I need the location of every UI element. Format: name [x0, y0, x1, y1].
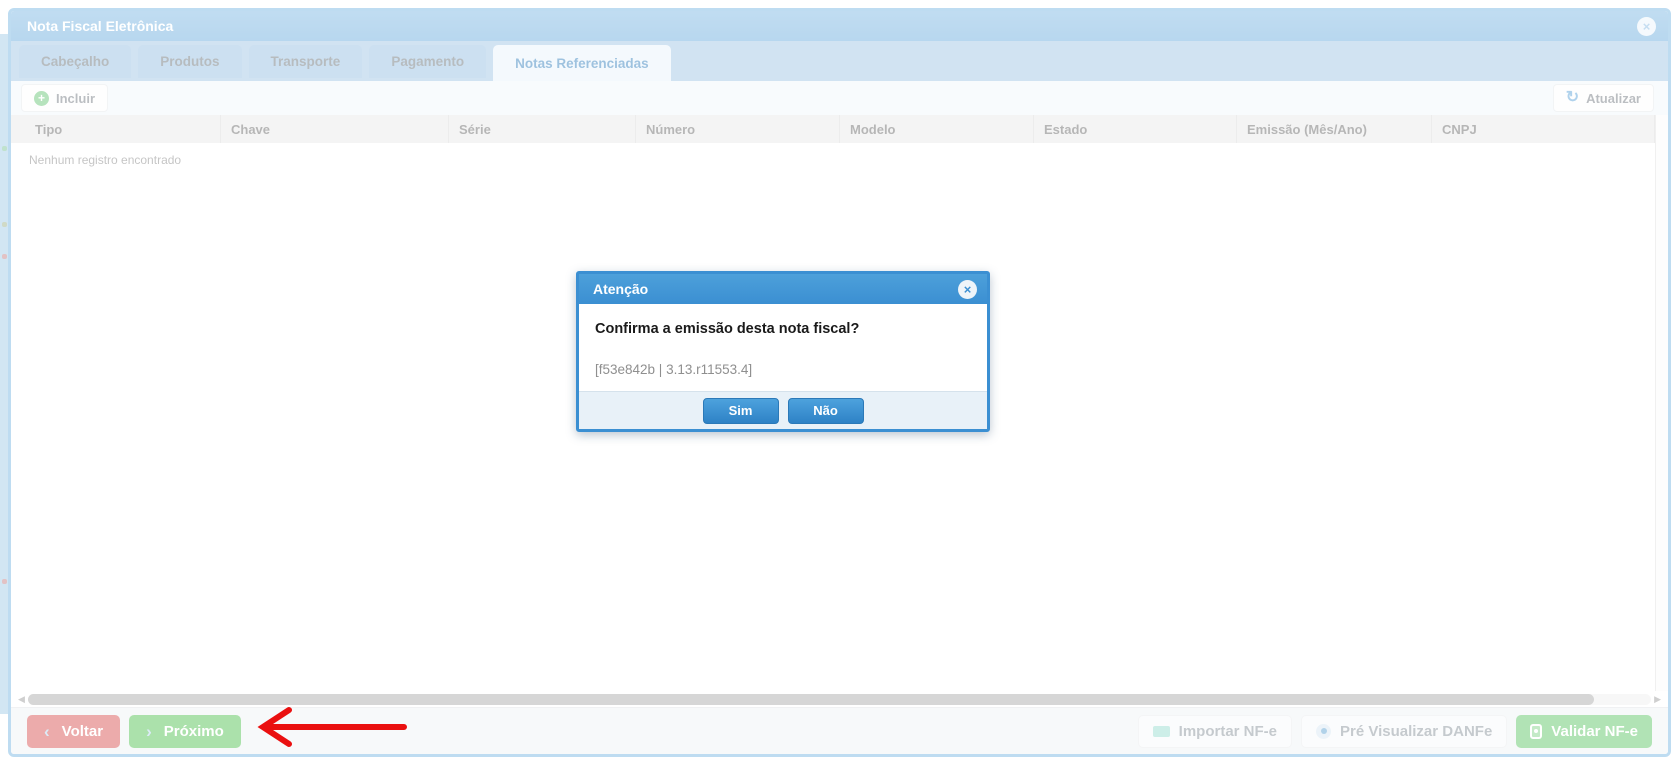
annotation-arrow [254, 704, 410, 750]
nao-button[interactable]: Não [788, 398, 864, 424]
confirmation-dialog: Atenção × Confirma a emissão desta nota … [576, 271, 990, 432]
dialog-footer: Sim Não [579, 391, 987, 429]
sim-label: Sim [729, 403, 753, 418]
dialog-version-info: [f53e842b | 3.13.r11553.4] [595, 362, 971, 377]
nao-label: Não [813, 403, 838, 418]
dialog-titlebar: Atenção × [579, 274, 987, 304]
dialog-message: Confirma a emissão desta nota fiscal? [595, 321, 971, 337]
dialog-body: Confirma a emissão desta nota fiscal? [f… [579, 304, 987, 391]
dialog-close-icon[interactable]: × [958, 280, 977, 299]
dialog-title: Atenção [593, 281, 648, 297]
sim-button[interactable]: Sim [703, 398, 779, 424]
